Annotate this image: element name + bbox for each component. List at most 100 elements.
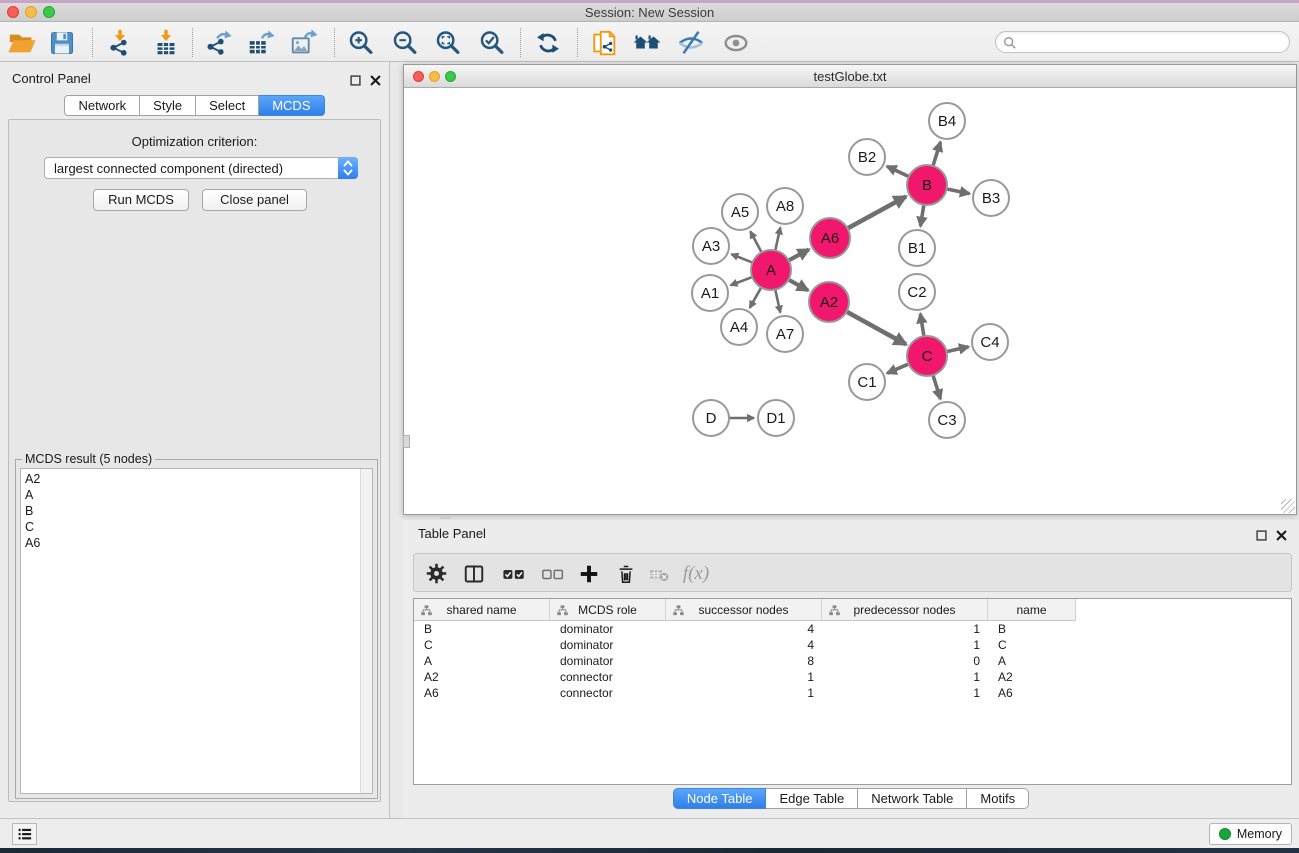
- zoom-fit-button[interactable]: [430, 27, 466, 59]
- window-titlebar[interactable]: Session: New Session: [0, 3, 1299, 22]
- deselect-all-columns-button[interactable]: [539, 560, 566, 587]
- cell-mcds-role[interactable]: dominator: [550, 637, 666, 653]
- control-tab-network[interactable]: Network: [64, 95, 140, 116]
- graph-edge-C-C3[interactable]: [933, 374, 941, 399]
- graph-edge-A-A8[interactable]: [775, 227, 780, 251]
- cell-name[interactable]: A2: [988, 669, 1076, 685]
- refresh-layout-button[interactable]: [530, 27, 566, 59]
- zoom-selected-button[interactable]: [474, 27, 510, 59]
- cell-shared-name[interactable]: A2: [414, 669, 550, 685]
- column-header-successor-nodes[interactable]: successor nodes: [666, 599, 822, 621]
- network-window-titlebar[interactable]: testGlobe.txt: [404, 65, 1296, 88]
- birdseye-handle[interactable]: [403, 435, 410, 448]
- table-tab-edge-table[interactable]: Edge Table: [766, 788, 858, 809]
- column-header-predecessor-nodes[interactable]: predecessor nodes: [822, 599, 988, 621]
- cell-shared-name[interactable]: A: [414, 653, 550, 669]
- control-tab-mcds[interactable]: MCDS: [259, 95, 324, 116]
- memory-button[interactable]: Memory: [1209, 823, 1292, 845]
- graph-edge-B-B4[interactable]: [933, 142, 941, 167]
- cell-predecessor-nodes[interactable]: 1: [822, 637, 988, 653]
- cell-successor-nodes[interactable]: 8: [666, 653, 822, 669]
- graph-edge-A6-B[interactable]: [847, 197, 906, 229]
- network-from-selection-button[interactable]: [587, 27, 623, 59]
- task-history-button[interactable]: [12, 823, 37, 845]
- mcds-result-item[interactable]: B: [25, 503, 356, 519]
- graph-edge-C-C1[interactable]: [887, 364, 909, 374]
- export-network-button[interactable]: [200, 27, 236, 59]
- cell-shared-name[interactable]: C: [414, 637, 550, 653]
- select-all-columns-button[interactable]: [500, 560, 527, 587]
- cell-shared-name[interactable]: B: [414, 621, 550, 637]
- save-session-button[interactable]: [44, 27, 80, 59]
- function-builder-button-disabled[interactable]: f(x): [678, 560, 714, 587]
- mcds-result-item[interactable]: A6: [25, 535, 356, 551]
- cell-name[interactable]: A: [988, 653, 1076, 669]
- cell-successor-nodes[interactable]: 1: [666, 685, 822, 701]
- graph-edge-C-C2[interactable]: [920, 314, 924, 337]
- float-panel-button[interactable]: [350, 73, 361, 91]
- delete-column-button[interactable]: [612, 560, 639, 587]
- graph-edge-A-A3[interactable]: [731, 254, 753, 263]
- run-mcds-button[interactable]: Run MCDS: [93, 189, 189, 211]
- open-file-button[interactable]: [4, 27, 40, 59]
- column-header-shared-name[interactable]: shared name: [414, 599, 550, 621]
- graph-edge-A-A7[interactable]: [775, 289, 780, 313]
- graph-edge-B-B2[interactable]: [887, 166, 910, 177]
- cell-name[interactable]: A6: [988, 685, 1076, 701]
- table-tab-motifs[interactable]: Motifs: [967, 788, 1029, 809]
- criterion-select[interactable]: largest connected component (directed): [44, 157, 358, 179]
- zoom-in-button[interactable]: [343, 27, 379, 59]
- cell-successor-nodes[interactable]: 4: [666, 637, 822, 653]
- close-panel-button-bottom[interactable]: Close panel: [202, 189, 307, 211]
- show-all-button[interactable]: [718, 27, 754, 59]
- cell-successor-nodes[interactable]: 4: [666, 621, 822, 637]
- close-table-panel-button[interactable]: [1276, 528, 1287, 546]
- graph-edge-A2-C[interactable]: [846, 311, 906, 344]
- first-neighbors-button[interactable]: [629, 27, 665, 59]
- graph-edge-A-A6[interactable]: [788, 249, 809, 260]
- cell-shared-name[interactable]: A6: [414, 685, 550, 701]
- cell-mcds-role[interactable]: dominator: [550, 653, 666, 669]
- result-list-scrollbar[interactable]: [360, 469, 372, 793]
- create-column-button[interactable]: [575, 560, 602, 587]
- control-tab-select[interactable]: Select: [196, 95, 259, 116]
- export-image-button[interactable]: [286, 27, 322, 59]
- table-settings-button[interactable]: [423, 560, 450, 587]
- graph-edge-A-A5[interactable]: [750, 231, 762, 253]
- cell-name[interactable]: C: [988, 637, 1076, 653]
- cell-predecessor-nodes[interactable]: 0: [822, 653, 988, 669]
- zoom-out-button[interactable]: [387, 27, 423, 59]
- graph-edge-A-A2[interactable]: [788, 279, 808, 290]
- cell-mcds-role[interactable]: connector: [550, 685, 666, 701]
- export-table-button[interactable]: [243, 27, 279, 59]
- mcds-result-item[interactable]: A2: [25, 471, 356, 487]
- cell-successor-nodes[interactable]: 1: [666, 669, 822, 685]
- graph-edge-B-B1[interactable]: [920, 204, 924, 227]
- cell-predecessor-nodes[interactable]: 1: [822, 621, 988, 637]
- graph-edge-B-B3[interactable]: [946, 189, 970, 194]
- mcds-result-item[interactable]: A: [25, 487, 356, 503]
- cell-predecessor-nodes[interactable]: 1: [822, 685, 988, 701]
- import-table-button[interactable]: [148, 27, 184, 59]
- table-tab-network-table[interactable]: Network Table: [858, 788, 967, 809]
- split-handle[interactable]: [440, 515, 451, 519]
- table-tab-node-table[interactable]: Node Table: [673, 788, 767, 809]
- close-panel-button[interactable]: [370, 73, 381, 91]
- cell-mcds-role[interactable]: dominator: [550, 621, 666, 637]
- hide-selected-button[interactable]: [673, 27, 709, 59]
- cell-name[interactable]: B: [988, 621, 1076, 637]
- column-header-mcds-role[interactable]: MCDS role: [550, 599, 666, 621]
- graph-edge-A-A1[interactable]: [731, 277, 754, 286]
- search-input[interactable]: [1020, 33, 1280, 51]
- network-canvas[interactable]: B4B2BB3A8A5A6A3B1AC2A1A2A4A7C4CC1C3DD1: [404, 88, 1296, 514]
- graph-edge-C-C4[interactable]: [946, 347, 969, 352]
- cell-predecessor-nodes[interactable]: 1: [822, 669, 988, 685]
- import-network-button[interactable]: [102, 27, 138, 59]
- control-tab-style[interactable]: Style: [140, 95, 196, 116]
- mcds-result-item[interactable]: C: [25, 519, 356, 535]
- cell-mcds-role[interactable]: connector: [550, 669, 666, 685]
- column-header-name[interactable]: name: [988, 599, 1076, 621]
- show-column-panel-button[interactable]: [460, 560, 487, 587]
- float-table-panel-button[interactable]: [1256, 528, 1267, 546]
- graph-edge-A-A4[interactable]: [750, 287, 762, 308]
